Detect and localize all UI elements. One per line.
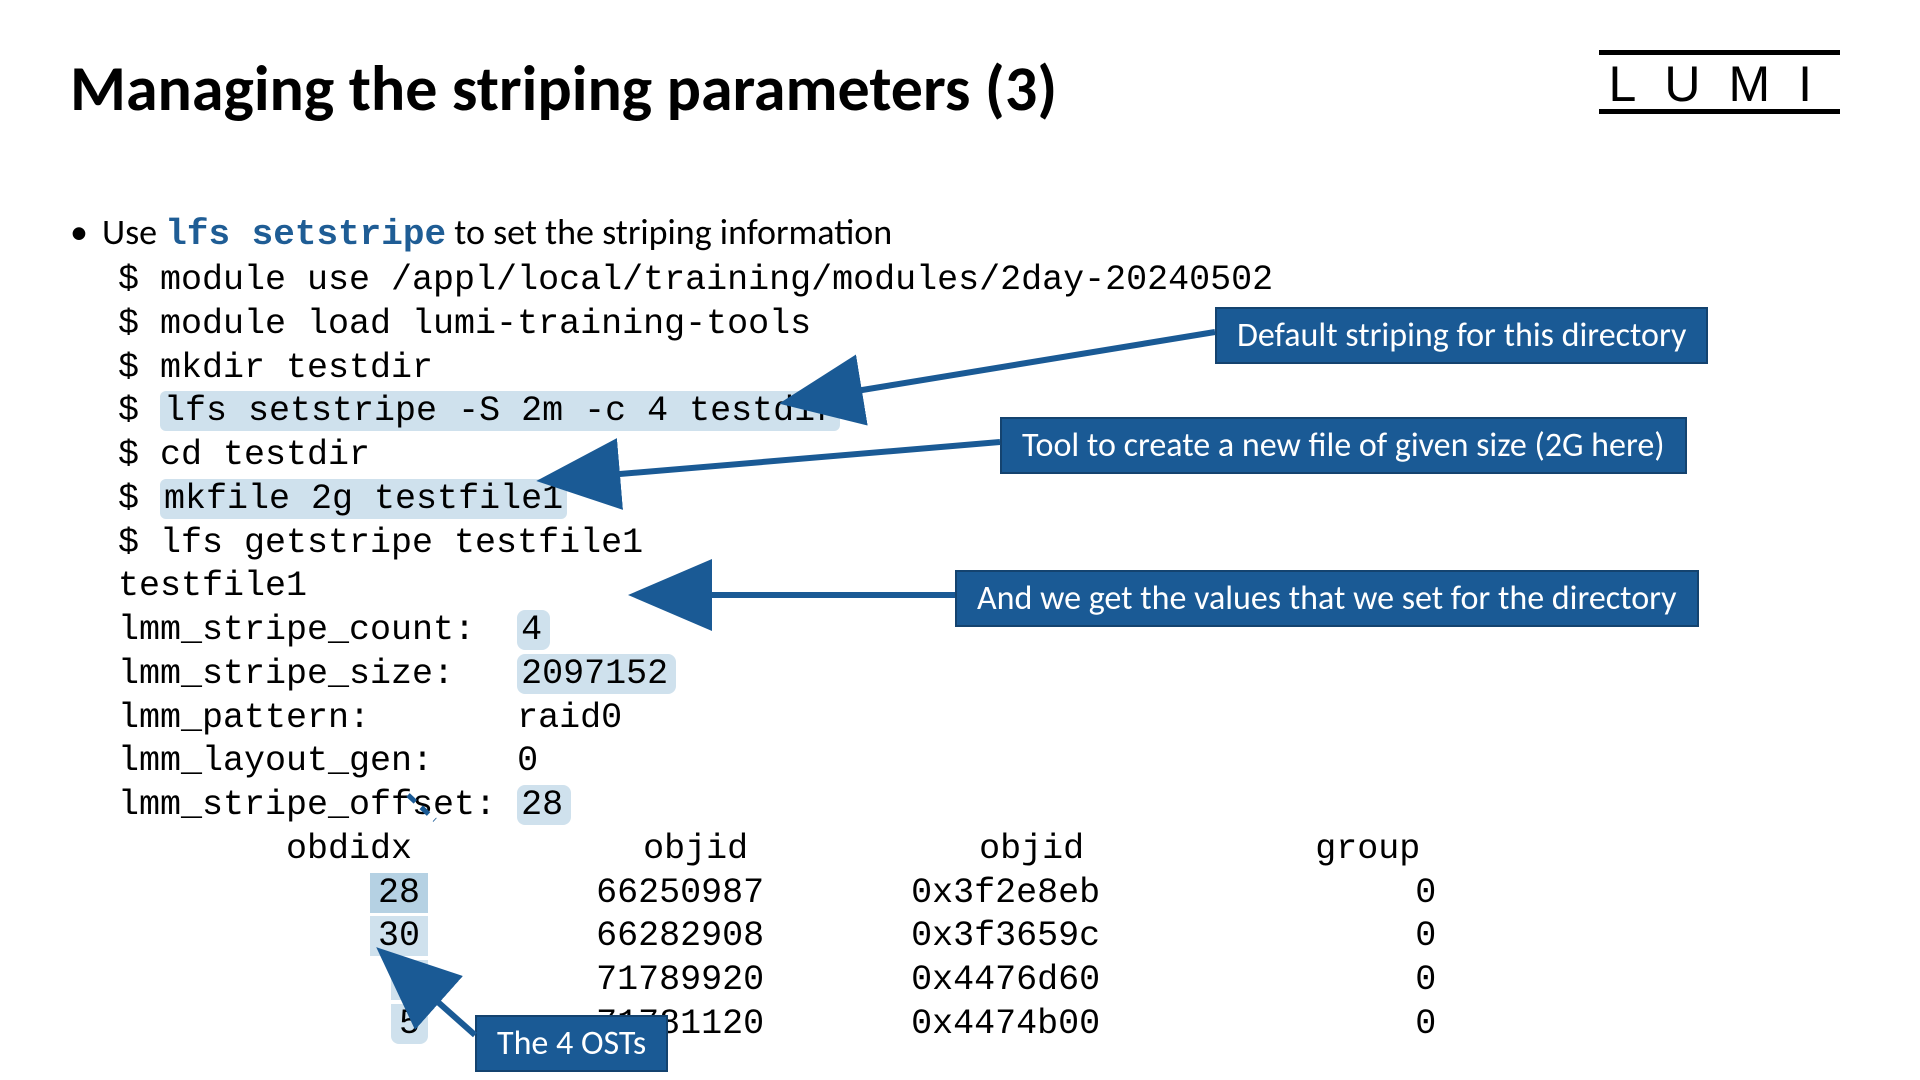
callout-default-striping: Default striping for this directory [1215, 307, 1708, 364]
r1c: 66250987 0x3f2e8eb 0 [428, 873, 1436, 913]
r2b: 30 [370, 916, 428, 956]
r2c: 66282908 0x3f3659c 0 [428, 916, 1436, 956]
code-l8: testfile1 [118, 566, 307, 606]
r1b: 28 [370, 873, 428, 913]
code-l12: lmm_layout_gen: 0 [118, 741, 538, 781]
code-l5: $ cd testdir [118, 435, 370, 475]
code-l7: $ lfs getstripe testfile1 [118, 523, 643, 563]
code-l3: $ mkdir testdir [118, 348, 433, 388]
r4b: 5 [391, 1004, 428, 1044]
r4a [118, 1004, 391, 1044]
bullet-cmd: lfs setstripe [165, 214, 446, 255]
code-l13h: 28 [517, 785, 571, 825]
code-l6p: $ [118, 479, 160, 519]
code-l2: $ module load lumi-training-tools [118, 304, 811, 344]
code-l13a: lmm_stripe_offset: [118, 785, 517, 825]
bullet-line: Use lfs setstripe to set the striping in… [70, 210, 1850, 255]
code-hdr: obdidx objid objid group [118, 829, 1420, 869]
callout-mkfile: Tool to create a new file of given size … [1000, 417, 1687, 474]
code-l10h: 2097152 [517, 654, 676, 694]
code-l11: lmm_pattern: raid0 [118, 698, 622, 738]
bullet-suffix: to set the striping information [446, 210, 892, 254]
r3b: 1 [391, 960, 428, 1000]
callout-osts: The 4 OSTs [475, 1015, 668, 1072]
callout-values: And we get the values that we set for th… [955, 570, 1699, 627]
code-l9h: 4 [517, 610, 550, 650]
slide-title: Managing the striping parameters (3) [70, 50, 1057, 128]
r3a [118, 960, 391, 1000]
code-l4h: lfs setstripe -S 2m -c 4 testdir [160, 391, 840, 431]
r1a [118, 873, 370, 913]
r3c: 71789920 0x4476d60 0 [428, 960, 1436, 1000]
logo-lumi: LUMI [1599, 50, 1840, 114]
code-l1: $ module use /appl/local/training/module… [118, 260, 1273, 300]
code-l9a: lmm_stripe_count: [118, 610, 517, 650]
code-l4p: $ [118, 391, 160, 431]
code-block: $ module use /appl/local/training/module… [118, 259, 1850, 1047]
code-l6h: mkfile 2g testfile1 [160, 479, 567, 519]
bullet-prefix: Use [102, 210, 165, 254]
r2a [118, 916, 370, 956]
code-l10a: lmm_stripe_size: [118, 654, 517, 694]
